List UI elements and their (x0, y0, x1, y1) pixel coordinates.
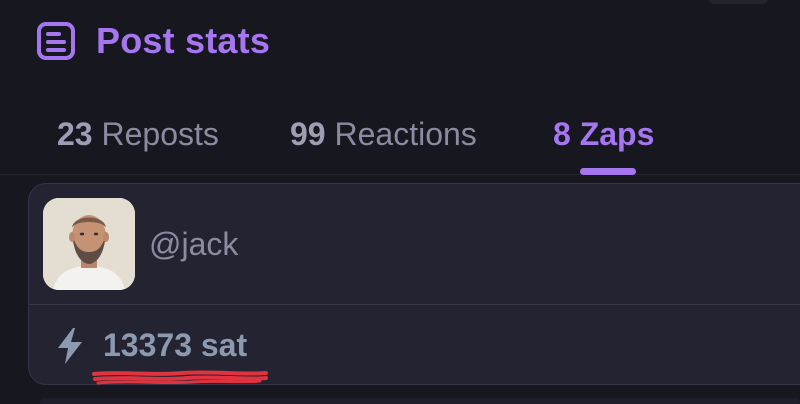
tab-zaps-count: 8 (553, 116, 571, 152)
document-icon (36, 21, 76, 61)
active-tab-indicator (580, 168, 636, 175)
tab-reposts[interactable]: 23 Reposts (57, 116, 219, 153)
tab-reposts-label: Reposts (101, 116, 219, 152)
tab-reactions[interactable]: 99 Reactions (290, 116, 477, 153)
tab-zaps-label: Zaps (579, 116, 655, 152)
page-title: Post stats (96, 20, 271, 61)
stats-tabs: 23 Reposts 99 Reactions 8 Zaps (0, 104, 800, 175)
zap-username[interactable]: @jack (149, 226, 238, 263)
lightning-icon (55, 327, 85, 365)
next-card-edge (40, 398, 800, 404)
zap-user-row[interactable]: @jack (29, 184, 800, 305)
zap-card[interactable]: @jack 13373 sat (28, 183, 800, 385)
red-scribble-underline (92, 370, 268, 385)
tab-reposts-count: 23 (57, 116, 93, 152)
post-stats-screen: Post stats 23 Reposts 99 Reactions 8 Zap… (0, 0, 800, 404)
panel-edge (708, 0, 768, 4)
tab-reactions-label: Reactions (334, 116, 477, 152)
tab-reactions-count: 99 (290, 116, 326, 152)
zap-amount: 13373 sat (103, 327, 248, 363)
avatar[interactable] (43, 198, 135, 290)
page-header: Post stats (36, 18, 270, 64)
tab-zaps[interactable]: 8 Zaps (553, 116, 654, 153)
